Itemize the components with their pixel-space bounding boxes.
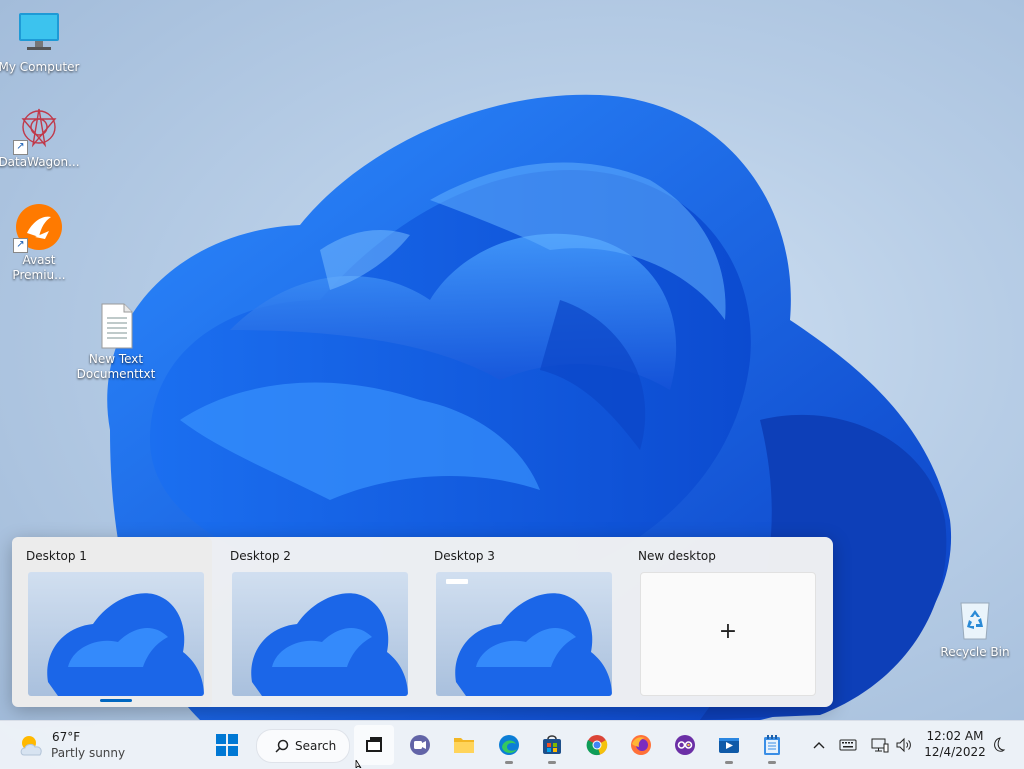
desktop-icon-datawagon[interactable]: ↗ DataWagon... [0, 105, 81, 170]
desktop-tile-2[interactable]: Desktop 2 [216, 537, 416, 707]
recycle-bin-icon [951, 595, 999, 643]
plus-icon: + [718, 619, 738, 644]
volume-button[interactable] [894, 735, 914, 755]
mouse-cursor [355, 760, 362, 768]
firefox-icon [631, 735, 651, 755]
chevron-up-icon [813, 742, 825, 749]
start-button[interactable] [207, 725, 247, 765]
desktop-thumbnail [232, 572, 408, 696]
speaker-icon [896, 737, 911, 753]
desktop-icon-label: DataWagon... [0, 155, 80, 169]
keyboard-icon [839, 739, 857, 751]
keyboard-button[interactable] [838, 735, 858, 755]
edge-button[interactable] [489, 725, 529, 765]
desktop-icon-label: Avast Premiu... [12, 253, 66, 282]
moon-icon [994, 737, 1006, 752]
desktop-icon-recycle-bin[interactable]: Recycle Bin [933, 595, 1017, 660]
weather-condition: Partly sunny [51, 746, 126, 760]
shortcut-arrow-icon: ↗ [13, 140, 28, 155]
chrome-button[interactable] [577, 725, 617, 765]
desktop-tile-label: Desktop 1 [26, 549, 87, 563]
desktop-thumbnail [28, 572, 204, 696]
active-desktop-indicator [100, 699, 132, 702]
file-explorer-button[interactable] [444, 725, 484, 765]
chat-button[interactable] [400, 725, 440, 765]
desktop-icon-label: Recycle Bin [940, 645, 1010, 659]
new-desktop-tile[interactable]: New desktop + [624, 537, 824, 707]
task-view-button[interactable] [354, 725, 394, 765]
store-button[interactable] [532, 725, 572, 765]
task-view-icon [366, 737, 382, 752]
desktop-icon-label: My Computer [0, 60, 80, 74]
desktop-tile-label: Desktop 2 [230, 549, 291, 563]
shortcut-arrow-icon: ↗ [13, 238, 28, 253]
monitor-icon [15, 10, 63, 58]
desktop-icon-avast[interactable]: ↗ Avast Premiu... [0, 203, 81, 283]
edge-icon [499, 735, 519, 755]
teams-chat-icon [410, 735, 430, 755]
store-icon [543, 735, 561, 754]
search-icon [275, 739, 289, 753]
clock-date: 12/4/2022 [924, 745, 986, 759]
notepad-icon [764, 735, 780, 755]
media-player-button[interactable] [709, 725, 749, 765]
desktop-icon-label: New Text Documenttxt [76, 352, 156, 381]
firefox-button[interactable] [621, 725, 661, 765]
desktop-icon-new-text-document[interactable]: New Text Documenttxt [74, 302, 158, 382]
windows-logo-icon [216, 734, 238, 756]
desktop-tile-label: Desktop 3 [434, 549, 495, 563]
desktop-thumbnail [436, 572, 612, 696]
network-button[interactable] [870, 735, 890, 755]
datawagon-icon: ↗ [13, 105, 63, 155]
new-desktop-button[interactable]: + [640, 572, 816, 696]
notepad-button[interactable] [752, 725, 792, 765]
show-hidden-icons-button[interactable] [810, 735, 828, 755]
desktop-tile-3[interactable]: Desktop 3 [420, 537, 620, 707]
partly-sunny-icon [20, 736, 42, 756]
search-label: Search [295, 739, 337, 753]
desktop-tile-1[interactable]: Desktop 1 [12, 537, 212, 707]
purple-app-icon [675, 735, 695, 755]
text-file-icon [92, 302, 140, 350]
media-player-icon [719, 738, 739, 753]
desktop-icon-my-computer[interactable]: My Computer [0, 10, 81, 75]
window-preview [446, 579, 468, 584]
network-icon [871, 738, 889, 753]
clock-button[interactable]: 12:02 AM 12/4/2022 [918, 728, 992, 760]
taskbar: 67°F Partly sunny Search 12:02 AM 12/4/2… [0, 720, 1024, 769]
task-view-panel: Desktop 1 Desktop 2 Desktop 3 New deskto… [12, 537, 833, 707]
chrome-icon [586, 735, 608, 756]
purple-app-button[interactable] [665, 725, 705, 765]
weather-temp: 67°F [52, 730, 81, 744]
focus-assist-button[interactable] [988, 735, 1008, 755]
avast-icon: ↗ [13, 203, 63, 253]
search-button[interactable]: Search [256, 729, 350, 763]
folder-icon [454, 738, 474, 753]
clock-time: 12:02 AM [926, 729, 984, 743]
new-desktop-label: New desktop [638, 549, 716, 563]
